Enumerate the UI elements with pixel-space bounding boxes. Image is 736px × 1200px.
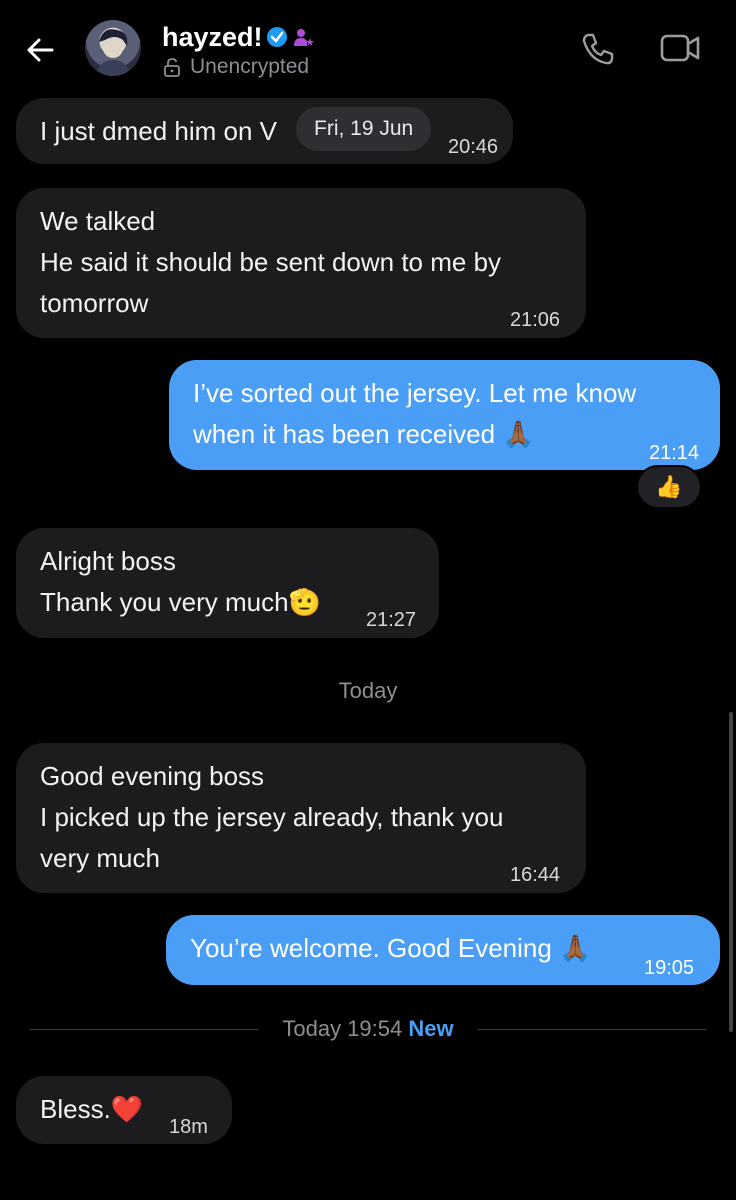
contact-name[interactable]: hayzed! (162, 22, 263, 53)
avatar[interactable] (85, 20, 141, 76)
new-messages-divider: Today 19:54 New (0, 1016, 736, 1046)
message-time: 19:05 (644, 957, 695, 979)
incoming-message[interactable]: Alright boss Thank you very much🫡 21:27 (16, 528, 439, 638)
divider-time: Today 19:54 (282, 1016, 403, 1041)
message-text: when it has been received 🙏🏾 (193, 419, 535, 449)
message-time: 16:44 (510, 864, 561, 886)
message-text: We talked (40, 206, 156, 236)
message-time: 21:27 (366, 609, 417, 631)
message-text: Good evening boss (40, 761, 265, 791)
outgoing-message[interactable]: You’re welcome. Good Evening 🙏🏾 19:05 (166, 915, 720, 985)
phone-icon[interactable] (580, 31, 616, 67)
outgoing-message[interactable]: I’ve sorted out the jersey. Let me know … (169, 360, 720, 470)
message-text: You’re welcome. Good Evening 🙏🏾 (190, 933, 592, 963)
day-separator: Today (338, 678, 398, 703)
message-text: Thank you very much🫡 (40, 587, 321, 617)
incoming-message[interactable]: We talked He said it should be sent down… (16, 188, 586, 338)
message-text: Alright boss (40, 546, 176, 576)
message-text: I’ve sorted out the jersey. Let me know (193, 378, 637, 408)
thumbs-up-reaction[interactable]: 👍 (636, 465, 702, 509)
message-text: very much (40, 843, 160, 873)
back-arrow-icon[interactable] (22, 30, 62, 70)
incoming-message[interactable]: Bless.❤️ 18m (16, 1076, 232, 1144)
lock-icon (164, 58, 180, 77)
scrollbar[interactable] (729, 712, 733, 1032)
message-time: 21:06 (510, 309, 561, 331)
video-camera-icon[interactable] (660, 32, 700, 64)
message-time: 18m (169, 1116, 208, 1138)
incoming-message[interactable]: I just dmed him on V 20:46 (16, 98, 513, 164)
message-text: I picked up the jersey already, thank yo… (40, 802, 504, 832)
encryption-status: Unencrypted (190, 55, 310, 78)
floating-date-pill: Fri, 19 Jun (296, 107, 432, 151)
message-text: tomorrow (40, 288, 149, 318)
new-badge: New (408, 1016, 454, 1041)
message-text: He said it should be sent down to me by (40, 247, 502, 277)
verified-badge-icon (267, 27, 287, 47)
incoming-message[interactable]: Good evening boss I picked up the jersey… (16, 743, 586, 893)
person-badge-icon (294, 29, 314, 46)
chat-header: hayzed! Unencrypted (0, 0, 736, 98)
message-time: 20:46 (448, 136, 499, 158)
